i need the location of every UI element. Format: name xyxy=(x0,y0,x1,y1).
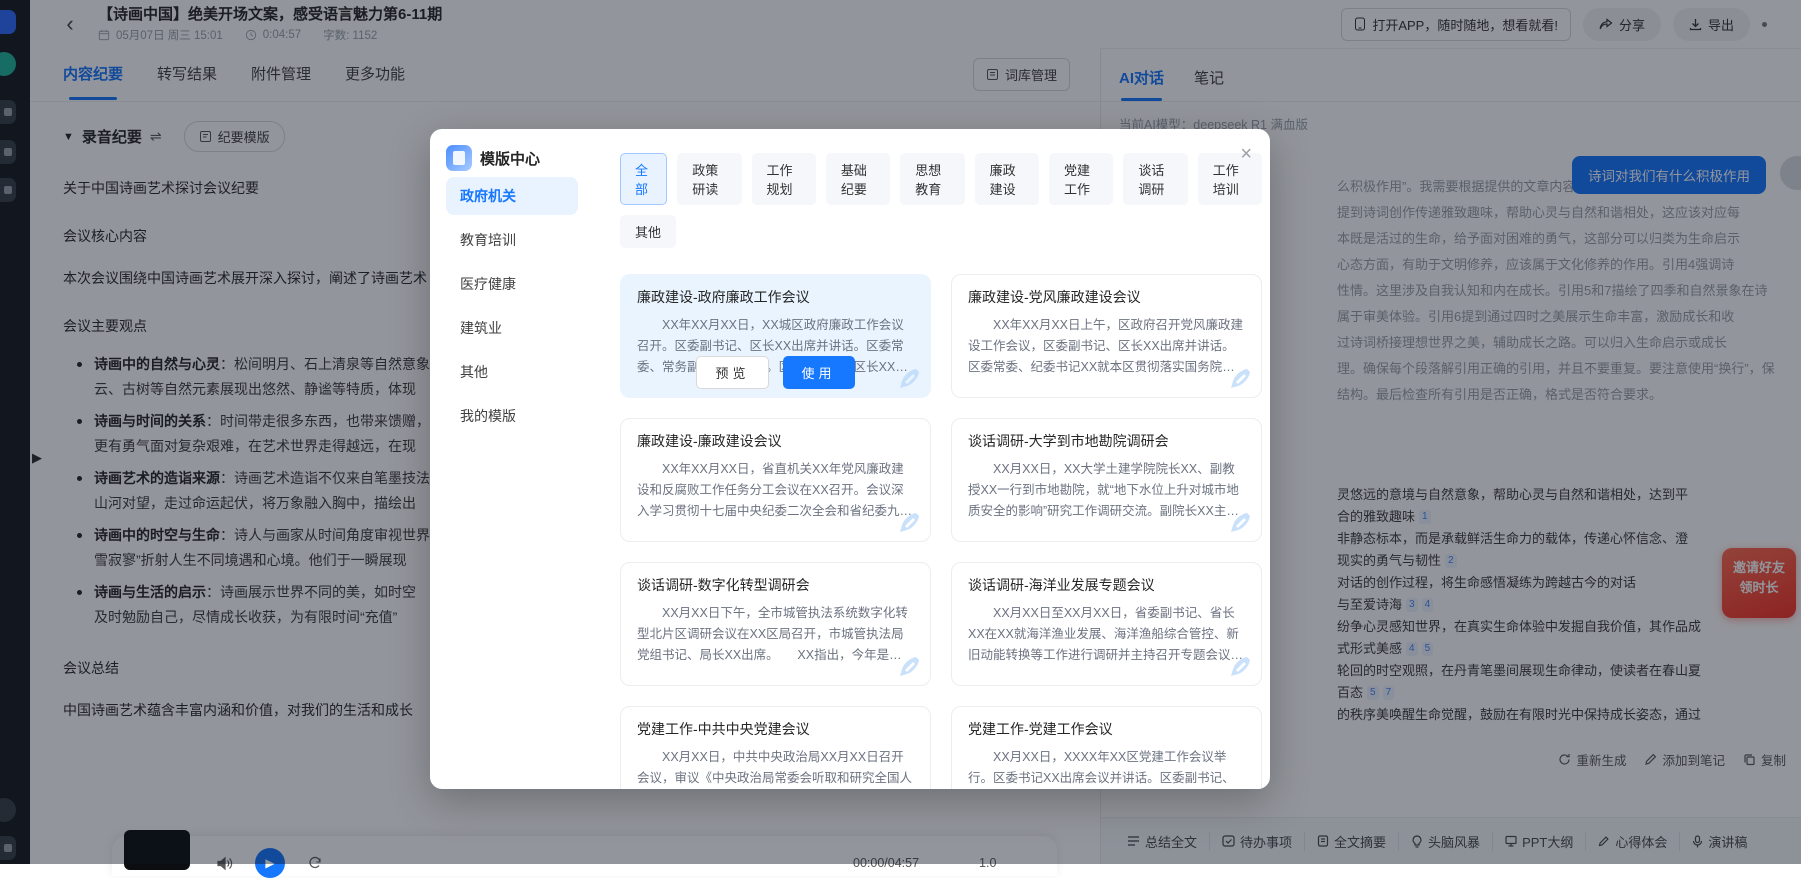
filter-chip[interactable]: 政策研读 xyxy=(677,153,741,205)
template-center-logo-icon xyxy=(446,145,472,171)
sidebar-item-my-templates[interactable]: 我的模版 xyxy=(446,397,578,435)
edit-quill-icon xyxy=(894,509,922,537)
template-card[interactable]: 谈话调研-大学到市地勘院调研会 XX月XX日，XX大学土建学院院长XX、副教授X… xyxy=(951,418,1262,542)
sidebar-item-education[interactable]: 教育培训 xyxy=(446,221,578,259)
filter-chip[interactable]: 谈话调研 xyxy=(1123,153,1187,205)
preview-button[interactable]: 预览 xyxy=(696,356,768,389)
modal-sidebar: 模版中心 政府机关 教育培训 医疗健康 建筑业 其他 我的模版 xyxy=(430,129,596,789)
edit-quill-icon xyxy=(1225,365,1253,393)
sidebar-item-medical[interactable]: 医疗健康 xyxy=(446,265,578,303)
filter-chip[interactable]: 其他 xyxy=(620,215,676,248)
modal-title: 模版中心 xyxy=(480,148,540,169)
template-card[interactable]: 廉政建设-政府廉政工作会议 XX年XX月XX日，XX城区政府廉政工作会议召开。区… xyxy=(620,274,931,398)
edit-quill-icon xyxy=(1225,653,1253,681)
filter-chip[interactable]: 廉政建设 xyxy=(975,153,1039,205)
sidebar-item-construction[interactable]: 建筑业 xyxy=(446,309,578,347)
filter-chip[interactable]: 基础纪要 xyxy=(826,153,890,205)
filter-chip[interactable]: 工作规划 xyxy=(752,153,816,205)
template-card[interactable]: 谈话调研-数字化转型调研会 XX月XX日下午，全市城管执法系统数字化转型北片区调… xyxy=(620,562,931,686)
template-card[interactable]: 廉政建设-党风廉政建设会议 XX年XX月XX日上午，区政府召开党风廉政建设工作会… xyxy=(951,274,1262,398)
filter-chip[interactable]: 党建工作 xyxy=(1049,153,1113,205)
template-card[interactable]: 廉政建设-廉政建设会议 XX年XX月XX日，省直机关XX年党风廉政建设和反腐败工… xyxy=(620,418,931,542)
sidebar-item-other[interactable]: 其他 xyxy=(446,353,578,391)
close-icon[interactable]: × xyxy=(1240,143,1252,166)
modal-content: 全部 政策研读 工作规划 基础纪要 思想教育 廉政建设 党建工作 谈话调研 工作… xyxy=(596,129,1270,789)
filter-chip[interactable]: 思想教育 xyxy=(900,153,964,205)
template-card[interactable]: 党建工作-中共中央党建会议 XX月XX日，中共中央政治局XX月XX日召开会议，审… xyxy=(620,706,931,789)
filter-chip-all[interactable]: 全部 xyxy=(620,153,667,205)
template-card[interactable]: 党建工作-党建工作会议 XX月XX日，XXXX年XX区党建工作会议举行。区委书记… xyxy=(951,706,1262,789)
use-button[interactable]: 使用 xyxy=(783,356,855,389)
template-center-modal: × 模版中心 政府机关 教育培训 医疗健康 建筑业 其他 我的模版 全部 政策研… xyxy=(430,129,1270,789)
template-card-grid: 廉政建设-政府廉政工作会议 XX年XX月XX日，XX城区政府廉政工作会议召开。区… xyxy=(620,274,1262,789)
edit-quill-icon xyxy=(894,653,922,681)
filter-chip[interactable]: 工作培训 xyxy=(1198,153,1262,205)
edit-quill-icon xyxy=(1225,509,1253,537)
template-card[interactable]: 谈话调研-海洋业发展专题会议 XX月XX日至XX月XX日，省委副书记、省长XX在… xyxy=(951,562,1262,686)
sidebar-item-government[interactable]: 政府机关 xyxy=(446,177,578,215)
